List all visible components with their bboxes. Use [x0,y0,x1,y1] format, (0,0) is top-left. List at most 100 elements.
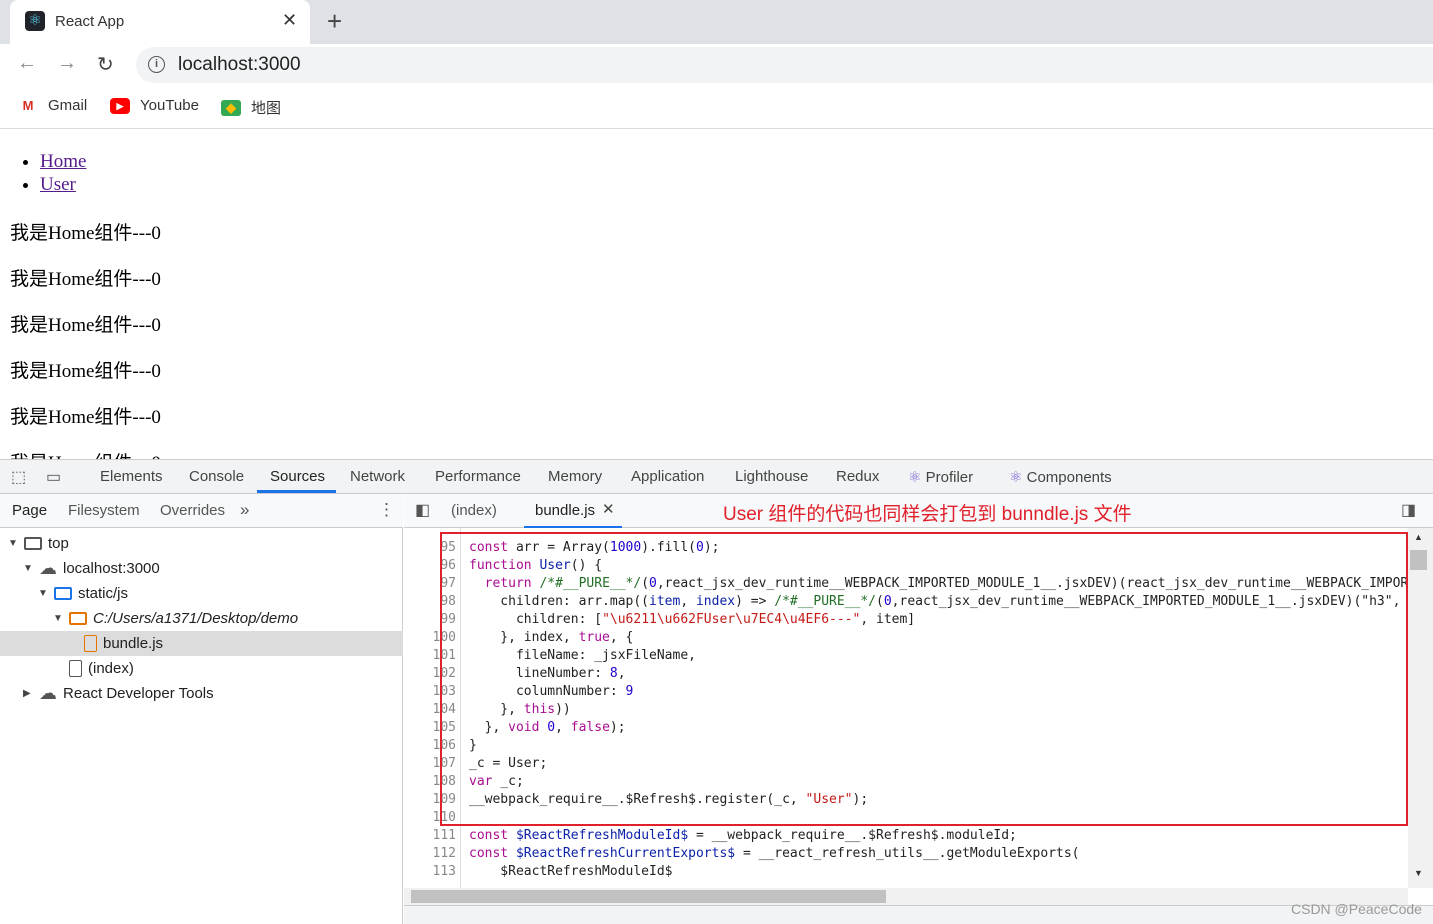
bookmark-maps[interactable]: ◆ 地图 [221,97,281,118]
tree-item[interactable]: ▼ top [0,531,403,556]
file-icon [84,635,97,652]
url-text[interactable]: localhost:3000 [178,54,301,76]
active-tab-indicator [257,490,336,493]
code-text: $ReactRefreshModuleId$ [469,863,673,881]
tab-memory[interactable]: Memory [548,468,602,485]
tree-item[interactable]: ▼ ☁ localhost:3000 [0,556,403,581]
bookmark-label: 地图 [251,100,282,117]
horizontal-scrollbar[interactable] [404,888,1408,905]
code-line: 113 $ReactRefreshModuleId$ [404,863,1408,881]
collapse-arrow-icon[interactable]: ▼ [53,613,63,624]
tree-label: C:/Users/a1371/Desktop/demo [93,610,299,627]
react-icon: ⚛ [1009,469,1023,486]
code-line: 112 const $ReactRefreshCurrentExports$ = … [404,845,1408,863]
tab-elements[interactable]: Elements [100,468,163,485]
collapse-arrow-icon[interactable]: ▼ [23,563,33,574]
nav-list: Home User [40,150,86,196]
more-tabs-icon[interactable]: » [240,500,249,520]
tree-item[interactable]: ▼ C:/Users/a1371/Desktop/demo [0,606,403,631]
forward-icon[interactable]: → [57,52,77,75]
tree-label: static/js [78,585,129,602]
tree-item[interactable]: (index) [0,656,403,681]
tab-page[interactable]: Page [12,502,47,519]
inspect-element-icon[interactable]: ⬚ [11,467,26,487]
tree-label: bundle.js [103,635,164,652]
nav-item: Home [40,150,86,173]
line-number[interactable]: 112 [404,845,456,863]
bookmark-gmail[interactable]: M Gmail [18,97,88,114]
tab-redux[interactable]: Redux [836,468,879,485]
collapse-arrow-icon[interactable]: ▼ [38,588,48,599]
tree-item[interactable]: ▼ static/js [0,581,403,606]
reload-icon[interactable]: ↻ [97,52,114,77]
vertical-scrollbar[interactable]: ▲ ▼ [1408,528,1433,888]
collapse-arrow-icon[interactable]: ▼ [8,538,18,549]
user-link[interactable]: User [40,174,76,195]
code-token: const [469,828,516,843]
home-line: 我是Home组件---0 [10,448,161,459]
tab-label: Profiler [925,469,974,486]
tree-item[interactable]: bundle.js [0,631,403,656]
code-token: const [469,846,516,861]
home-link[interactable]: Home [40,151,86,172]
code-line: 111 const $ReactRefreshModuleId$ = __webp… [404,827,1408,845]
editor-tab-bundle[interactable]: bundle.js ✕ [524,494,622,528]
tab-console[interactable]: Console [189,468,244,485]
tab-application[interactable]: Application [631,468,704,485]
home-line: 我是Home组件---0 [10,223,161,244]
tab-lighthouse[interactable]: Lighthouse [735,468,808,485]
tab-filesystem[interactable]: Filesystem [68,502,140,519]
tree-label: top [48,535,69,552]
home-line: 我是Home组件---0 [10,315,161,336]
toggle-navigator-icon[interactable]: ◧ [415,500,430,520]
new-tab-button[interactable]: + [327,6,342,37]
toggle-debugger-icon[interactable]: ◨ [1401,500,1416,520]
folder-icon [54,587,72,600]
line-number[interactable]: 113 [404,863,456,881]
expand-arrow-icon[interactable]: ▶ [23,688,33,699]
tree-label: localhost:3000 [63,560,160,577]
info-icon[interactable]: i [148,56,165,73]
line-number[interactable]: 111 [404,827,456,845]
code-token: $ReactRefreshCurrentExports$ [515,846,736,861]
tab-sources[interactable]: Sources [270,468,325,485]
highlight-box [440,532,1408,826]
tab-title: React App [55,13,125,30]
tab-components[interactable]: ⚛ Components [1009,468,1112,486]
tree-item[interactable]: ▶ ☁ React Developer Tools [0,681,403,706]
tree-label: React Developer Tools [63,685,214,702]
address-bar[interactable]: i localhost:3000 [136,47,1433,83]
bookmark-youtube[interactable]: ▶ YouTube [110,97,199,114]
watermark: CSDN @PeaceCode [1291,901,1422,917]
page-content: Home User 我是Home组件---0 我是Home组件---0 我是Ho… [0,129,1433,459]
code-token: = __react_refresh_utils__.getModuleExpor… [735,846,1080,861]
home-line: 我是Home组件---0 [10,407,161,428]
browser-tab[interactable]: ⚛ React App ✕ [10,0,310,44]
home-line: 我是Home组件---0 [10,361,161,382]
code-token: $ReactRefreshModuleId$ [515,828,689,843]
code-token: = __webpack_require__.$Refresh$.moduleId… [688,828,1017,843]
editor-tab-label: bundle.js [535,502,596,519]
folder-icon [69,612,87,625]
device-toolbar-icon[interactable]: ▭ [46,467,61,487]
close-tab-icon[interactable]: ✕ [282,10,297,31]
tab-label: Components [1026,469,1112,486]
cloud-icon: ☁ [39,558,57,578]
close-icon[interactable]: ✕ [602,500,615,518]
code-text: const $ReactRefreshCurrentExports$ = __r… [469,845,1080,863]
bookmark-label: Gmail [48,97,88,114]
more-options-icon[interactable]: ⋮ [378,500,395,520]
code-token: $ReactRefreshModuleId$ [469,864,673,879]
tab-network[interactable]: Network [350,468,405,485]
tab-performance[interactable]: Performance [435,468,521,485]
editor-tab-index[interactable]: (index) [451,502,497,519]
youtube-icon: ▶ [110,97,130,114]
annotation-text: User 组件的代码也同样会打包到 bunndle.js 文件 [723,504,1132,525]
home-line: 我是Home组件---0 [10,269,161,290]
tree-label: (index) [88,660,134,677]
tab-profiler[interactable]: ⚛ Profiler [908,468,973,486]
back-icon[interactable]: ← [17,52,37,75]
tab-overrides[interactable]: Overrides [160,502,225,519]
maps-icon: ◆ [221,99,241,116]
code-text: const $ReactRefreshModuleId$ = __webpack… [469,827,1017,845]
